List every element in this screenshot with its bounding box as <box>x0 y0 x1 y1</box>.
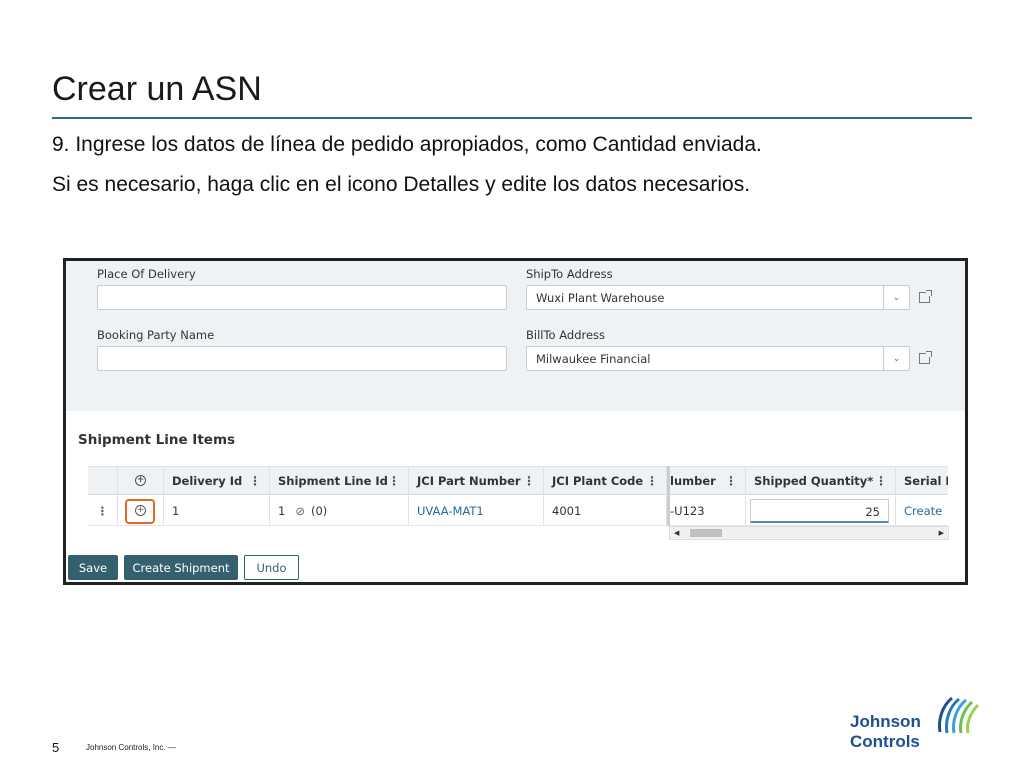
row-menu-cell[interactable]: ⋮ <box>88 496 118 525</box>
booking-party-label: Booking Party Name <box>97 328 215 342</box>
create-shipment-button[interactable]: Create Shipment <box>124 555 238 580</box>
cell-number: -U123 <box>670 496 746 525</box>
table-row: ⋮ + 1 1 ⊘ (0) UVAA-MAT1 4001 -U123 25 Cr… <box>88 496 948 526</box>
external-link-icon[interactable] <box>919 290 932 303</box>
logo-line-2: Controls <box>850 732 920 751</box>
column-menu-icon[interactable]: ⋮ <box>646 474 658 488</box>
scroll-right-icon[interactable]: ▶ <box>939 527 944 539</box>
screenshot-frame: Place Of Delivery ShipTo Address Wuxi Pl… <box>63 258 968 585</box>
paperclip-icon[interactable]: ⊘ <box>295 504 305 518</box>
serial-create-link[interactable]: Create <box>896 496 948 525</box>
logo-stripes-icon <box>938 696 980 734</box>
shipment-line-items-section: Shipment Line Items + Delivery Id ⋮ Shipm… <box>66 411 965 582</box>
header-form: Place Of Delivery ShipTo Address Wuxi Pl… <box>66 261 965 411</box>
place-of-delivery-input[interactable] <box>97 285 507 310</box>
column-header-shipment-line-id[interactable]: Shipment Line Id ⋮ <box>270 467 409 494</box>
shipto-address-select[interactable]: Wuxi Plant Warehouse ⌄ <box>526 285 910 310</box>
logo-line-1: Johnson <box>850 712 921 731</box>
pinned-column-divider <box>667 466 670 526</box>
header-details-cell: + <box>118 467 164 494</box>
kebab-menu-icon[interactable]: ⋮ <box>97 504 109 518</box>
details-icon-highlight <box>125 499 155 524</box>
scrollbar-thumb[interactable] <box>690 529 722 537</box>
billto-address-value: Milwaukee Financial <box>536 352 651 366</box>
footer-text: Johnson Controls, Inc. — <box>86 743 176 752</box>
undo-button[interactable]: Undo <box>244 555 299 580</box>
line-items-grid: + Delivery Id ⋮ Shipment Line Id ⋮ JCI Par… <box>88 466 948 526</box>
save-button[interactable]: Save <box>68 555 118 580</box>
column-header-number[interactable]: lumber ⋮ <box>670 467 746 494</box>
chevron-down-icon[interactable]: ⌄ <box>883 286 909 309</box>
column-header-shipped-quantity[interactable]: Shipped Quantity* ⋮ <box>746 467 896 494</box>
column-menu-icon[interactable]: ⋮ <box>725 474 737 488</box>
attachment-count[interactable]: (0) <box>311 504 327 518</box>
column-menu-icon[interactable]: ⋮ <box>388 474 400 488</box>
column-menu-icon[interactable]: ⋮ <box>249 474 261 488</box>
chevron-down-icon[interactable]: ⌄ <box>883 347 909 370</box>
johnson-controls-logo: Johnson Controls <box>850 696 980 756</box>
instruction-details: Si es necesario, haga clic en el icono D… <box>52 173 751 196</box>
place-of-delivery-label: Place Of Delivery <box>97 267 196 281</box>
section-title: Shipment Line Items <box>78 432 236 448</box>
shipto-address-value: Wuxi Plant Warehouse <box>536 291 665 305</box>
shipto-address-label: ShipTo Address <box>526 267 613 281</box>
billto-address-label: BillTo Address <box>526 328 606 342</box>
header-menu-cell <box>88 467 118 494</box>
shipped-quantity-input[interactable]: 25 <box>750 499 889 523</box>
booking-party-input[interactable] <box>97 346 507 371</box>
instruction-step-9: 9. Ingrese los datos de línea de pedido … <box>52 133 762 156</box>
plus-circle-icon[interactable]: + <box>135 475 146 486</box>
column-header-jci-part-number[interactable]: JCI Part Number ⋮ <box>409 467 544 494</box>
grid-header-row: + Delivery Id ⋮ Shipment Line Id ⋮ JCI Par… <box>88 466 948 495</box>
cell-jci-plant-code: 4001 <box>544 496 667 525</box>
cell-jci-part-number[interactable]: UVAA-MAT1 <box>409 496 544 525</box>
page-number: 5 <box>52 740 60 755</box>
column-header-jci-plant-code[interactable]: JCI Plant Code ⋮ <box>544 467 667 494</box>
column-menu-icon[interactable]: ⋮ <box>523 474 535 488</box>
column-header-serial[interactable]: Serial N <box>896 467 948 494</box>
external-link-icon[interactable] <box>919 351 932 364</box>
billto-address-select[interactable]: Milwaukee Financial ⌄ <box>526 346 910 371</box>
column-header-delivery-id[interactable]: Delivery Id ⋮ <box>164 467 270 494</box>
title-rule <box>52 117 972 119</box>
scroll-left-icon[interactable]: ◀ <box>674 527 679 539</box>
cell-shipment-line-id: 1 ⊘ (0) <box>270 496 409 525</box>
slide-title: Crear un ASN <box>52 70 262 108</box>
column-menu-icon[interactable]: ⋮ <box>875 474 887 488</box>
cell-delivery-id: 1 <box>164 496 270 525</box>
horizontal-scrollbar[interactable]: ◀ ▶ <box>669 526 949 540</box>
cell-shipped-quantity: 25 <box>746 496 896 525</box>
